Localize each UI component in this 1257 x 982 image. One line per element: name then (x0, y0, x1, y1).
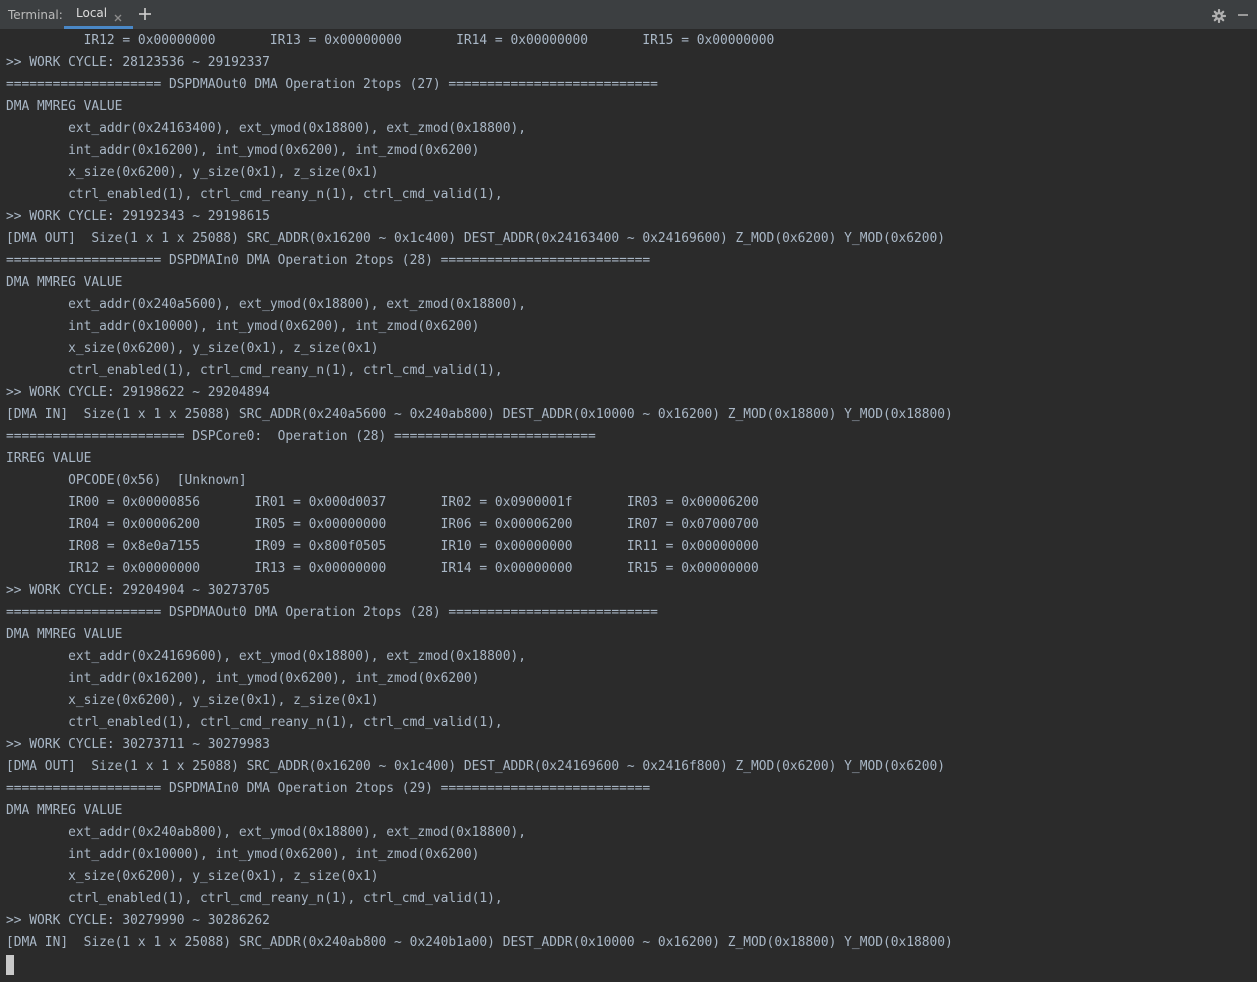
terminal-line: [DMA IN] Size(1 x 1 x 25088) SRC_ADDR(0x… (6, 935, 953, 950)
terminal-line: ctrl_enabled(1), ctrl_cmd_reany_n(1), ct… (6, 363, 503, 378)
minimize-icon[interactable] (1238, 14, 1248, 16)
terminal-line: ======================= DSPCore0: Operat… (6, 429, 596, 444)
terminal-line: OPCODE(0x56) [Unknown] (6, 473, 247, 488)
terminal-line: int_addr(0x16200), int_ymod(0x6200), int… (6, 143, 480, 158)
terminal-cursor (6, 955, 14, 975)
terminal-line: >> WORK CYCLE: 28123536 ~ 29192337 (6, 55, 270, 70)
terminal-line: ctrl_enabled(1), ctrl_cmd_reany_n(1), ct… (6, 715, 503, 730)
terminal-title: Terminal: (8, 8, 63, 22)
terminal-line: ==================== DSPDMAOut0 DMA Oper… (6, 605, 658, 620)
terminal-line: x_size(0x6200), y_size(0x1), z_size(0x1) (6, 341, 379, 356)
tab-local[interactable]: Local (64, 0, 134, 29)
terminal-line: DMA MMREG VALUE (6, 627, 123, 642)
terminal-line: ctrl_enabled(1), ctrl_cmd_reany_n(1), ct… (6, 891, 503, 906)
terminal-line: [DMA OUT] Size(1 x 1 x 25088) SRC_ADDR(0… (6, 759, 946, 774)
terminal-line: DMA MMREG VALUE (6, 803, 123, 818)
terminal-line: int_addr(0x10000), int_ymod(0x6200), int… (6, 847, 480, 862)
terminal-line: IR12 = 0x00000000 IR13 = 0x00000000 IR14… (6, 33, 775, 48)
terminal-line: >> WORK CYCLE: 29204904 ~ 30273705 (6, 583, 270, 598)
terminal-line: int_addr(0x10000), int_ymod(0x6200), int… (6, 319, 480, 334)
terminal-line: ctrl_enabled(1), ctrl_cmd_reany_n(1), ct… (6, 187, 503, 202)
terminal-line: DMA MMREG VALUE (6, 99, 123, 114)
terminal-line: >> WORK CYCLE: 29198622 ~ 29204894 (6, 385, 270, 400)
close-icon[interactable] (113, 8, 123, 22)
terminal-line: ==================== DSPDMAIn0 DMA Opera… (6, 253, 651, 268)
terminal-line: IR08 = 0x8e0a7155 IR09 = 0x800f0505 IR10… (6, 539, 759, 554)
terminal-line: x_size(0x6200), y_size(0x1), z_size(0x1) (6, 869, 379, 884)
terminal-line: >> WORK CYCLE: 30279990 ~ 30286262 (6, 913, 270, 928)
tab-local-label: Local (76, 6, 108, 20)
terminal-line: DMA MMREG VALUE (6, 275, 123, 290)
terminal-line: ext_addr(0x24169600), ext_ymod(0x18800),… (6, 649, 526, 664)
terminal-line: ==================== DSPDMAOut0 DMA Oper… (6, 77, 658, 92)
terminal-line: [DMA OUT] Size(1 x 1 x 25088) SRC_ADDR(0… (6, 231, 946, 246)
terminal-tab-bar: Terminal: Local (0, 0, 1257, 30)
terminal-line: >> WORK CYCLE: 30273711 ~ 30279983 (6, 737, 270, 752)
terminal-line: int_addr(0x16200), int_ymod(0x6200), int… (6, 671, 480, 686)
terminal-line: ext_addr(0x24163400), ext_ymod(0x18800),… (6, 121, 526, 136)
terminal-line: [DMA IN] Size(1 x 1 x 25088) SRC_ADDR(0x… (6, 407, 953, 422)
terminal-line: ext_addr(0x240a5600), ext_ymod(0x18800),… (6, 297, 526, 312)
terminal-output[interactable]: IR12 = 0x00000000 IR13 = 0x00000000 IR14… (0, 30, 1257, 982)
terminal-line: IRREG VALUE (6, 451, 92, 466)
terminal-line: ext_addr(0x240ab800), ext_ymod(0x18800),… (6, 825, 526, 840)
terminal-line: >> WORK CYCLE: 29192343 ~ 29198615 (6, 209, 270, 224)
gear-icon[interactable] (1211, 8, 1227, 24)
terminal-line: IR12 = 0x00000000 IR13 = 0x00000000 IR14… (6, 561, 759, 576)
terminal-line: IR04 = 0x00006200 IR05 = 0x00000000 IR06… (6, 517, 759, 532)
plus-icon[interactable] (137, 6, 153, 22)
terminal-line: IR00 = 0x00000856 IR01 = 0x000d0037 IR02… (6, 495, 759, 510)
terminal-line: ==================== DSPDMAIn0 DMA Opera… (6, 781, 651, 796)
terminal-line: x_size(0x6200), y_size(0x1), z_size(0x1) (6, 693, 379, 708)
terminal-line: x_size(0x6200), y_size(0x1), z_size(0x1) (6, 165, 379, 180)
